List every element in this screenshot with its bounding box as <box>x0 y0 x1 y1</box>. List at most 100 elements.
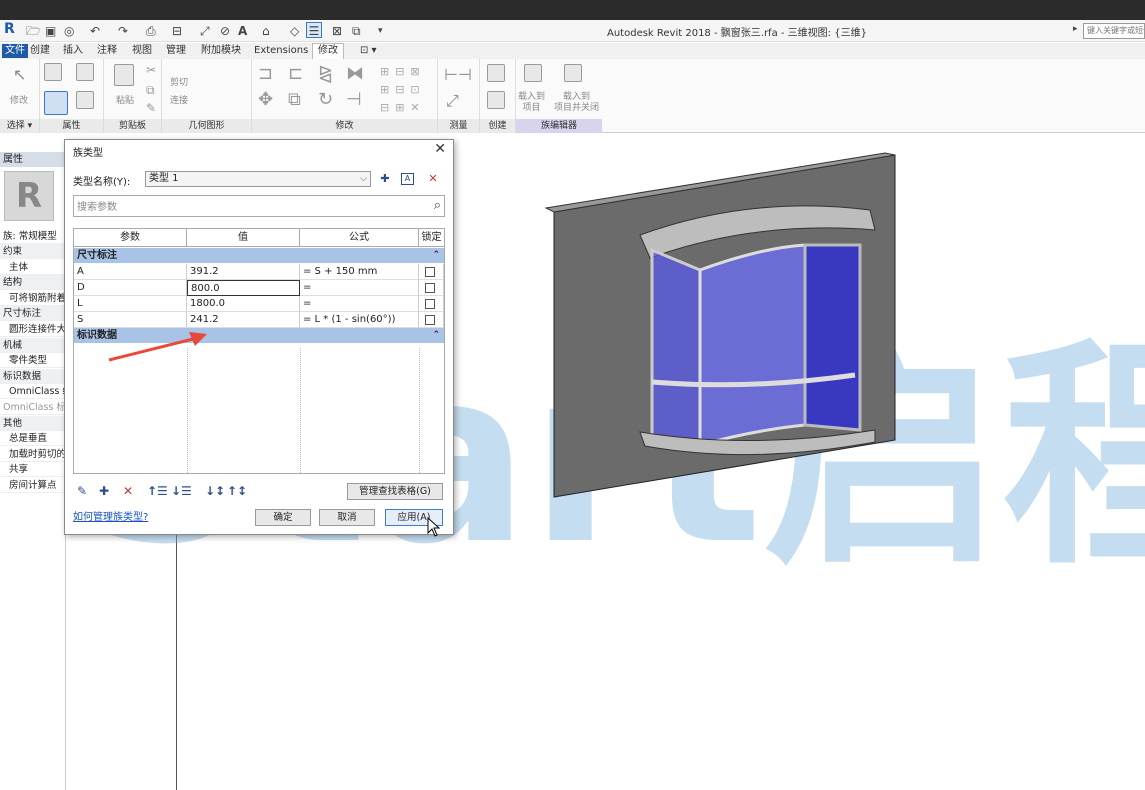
cancel-button[interactable]: 取消 <box>319 509 375 526</box>
type-name-select[interactable]: 类型 1 ⌵ <box>145 171 371 187</box>
move-down-icon[interactable]: ↓☰ <box>171 484 192 498</box>
column-header-formula[interactable]: 公式 <box>300 229 419 247</box>
tab-extensions[interactable]: Extensions <box>254 44 308 58</box>
lock-checkbox[interactable] <box>425 267 435 277</box>
dimension-icon[interactable]: ⤢ <box>200 23 210 39</box>
property-row[interactable]: 房间计算点 <box>0 478 66 493</box>
lock-checkbox[interactable] <box>425 315 435 325</box>
property-row[interactable]: 加载时剪切的 <box>0 447 66 462</box>
undo-icon[interactable]: ↶ <box>90 23 100 39</box>
section-icon[interactable]: ◇ <box>290 23 299 39</box>
properties-toggle-icon[interactable] <box>44 91 68 115</box>
grid-section-header[interactable]: 尺寸标注 ⌃ <box>74 248 444 263</box>
tab-manage[interactable]: 管理 <box>166 44 186 58</box>
delete-icon[interactable]: ⊟⊞✕ <box>380 101 426 114</box>
manage-lookup-tables-button[interactable]: 管理查找表格(G) <box>347 483 443 500</box>
edit-parameter-icon[interactable]: ✎ <box>77 484 87 498</box>
ok-button[interactable]: 确定 <box>255 509 311 526</box>
parameter-value-cell[interactable]: 1800.0 <box>187 296 300 312</box>
split-icon[interactable]: ⊞⊟⊠ <box>380 65 426 78</box>
thin-lines-icon[interactable]: ☰ <box>306 22 322 38</box>
parameter-value-cell[interactable]: 241.2 <box>187 312 300 328</box>
tab-insert[interactable]: 插入 <box>63 44 83 58</box>
property-group-header[interactable]: 约束 <box>0 244 66 259</box>
revit-logo-icon[interactable]: R <box>4 21 15 37</box>
property-row[interactable]: 共享 <box>0 462 66 478</box>
tab-create[interactable]: 创建 <box>30 44 50 58</box>
expand-icon[interactable]: ▸ <box>1073 24 1078 34</box>
customize-qat-icon[interactable]: ▾ <box>378 23 383 39</box>
tab-modify[interactable]: 修改 <box>312 43 344 59</box>
property-row[interactable]: 主体 <box>0 260 66 275</box>
save-icon[interactable]: ▣ <box>45 23 56 39</box>
3d-view-icon[interactable]: ⌂ <box>262 23 270 39</box>
load-into-project-icon[interactable] <box>524 64 542 82</box>
open-icon[interactable]: 🗁 <box>26 23 41 39</box>
property-group-header[interactable]: 结构 <box>0 275 66 291</box>
search-icon[interactable]: ⌕ <box>434 198 441 213</box>
close-icon[interactable]: ✕ <box>434 141 446 157</box>
column-header-value[interactable]: 值 <box>187 229 300 247</box>
family-types-small-icon[interactable] <box>76 63 94 81</box>
tab-view[interactable]: 视图 <box>132 44 152 58</box>
cut-geometry-button[interactable]: 剪切 <box>170 75 188 88</box>
switch-windows-icon[interactable]: ⧉ <box>352 23 361 39</box>
print-icon[interactable]: ⎙ <box>146 23 156 39</box>
create-similar-icon[interactable] <box>487 64 505 82</box>
property-row[interactable]: 零件类型 <box>0 353 66 369</box>
load-and-close-icon[interactable] <box>564 64 582 82</box>
collapse-chevron-icon[interactable]: ⌃ <box>432 248 440 263</box>
move-up-icon[interactable]: ↑☰ <box>147 484 168 498</box>
tab-annotate[interactable]: 注释 <box>97 44 117 58</box>
paste-icon[interactable] <box>114 64 134 86</box>
sort-ascending-icon[interactable]: ↓↕ <box>205 484 225 498</box>
copy-icon[interactable]: ⧉ <box>146 83 155 98</box>
copy-element-icon[interactable]: ⧉ <box>288 89 301 110</box>
align-icon[interactable]: ⊐ <box>258 63 273 84</box>
match-icon[interactable]: ✎ <box>146 101 156 115</box>
family-selector[interactable]: 族: 常规模型 <box>0 229 66 244</box>
load-and-close-button[interactable]: 载入到 项目并关闭 <box>554 92 599 114</box>
modify-arrow-icon[interactable]: ↖ <box>13 65 26 84</box>
text-icon[interactable]: A <box>238 23 247 39</box>
create-group-icon[interactable] <box>487 91 505 109</box>
load-into-project-button[interactable]: 载入到 项目 <box>518 92 545 114</box>
parameter-formula-cell[interactable]: = <box>300 296 419 312</box>
array-icon[interactable]: ⊞⊟⊡ <box>380 83 426 96</box>
tab-addins[interactable]: 附加模块 <box>201 44 241 58</box>
column-header-lock[interactable]: 锁定 <box>419 229 444 247</box>
join-geometry-button[interactable]: 连接 <box>170 93 188 106</box>
property-row[interactable]: 可将钢筋附着 <box>0 291 66 306</box>
rename-type-icon[interactable]: A <box>401 173 414 185</box>
property-group-header[interactable]: 其他 <box>0 415 66 431</box>
new-type-icon[interactable]: ✚ <box>377 171 393 187</box>
search-parameters-input[interactable]: 搜索参数 ⌕ <box>73 195 445 217</box>
delete-parameter-icon[interactable]: ✕ <box>123 484 133 498</box>
mirror-icon[interactable]: ⧎ <box>318 63 333 84</box>
close-hidden-icon[interactable]: ⊠ <box>332 23 342 39</box>
aligned-dimension-icon[interactable]: ⤢ <box>446 91 459 111</box>
delete-type-icon[interactable]: ✕ <box>425 171 441 187</box>
parameter-formula-cell[interactable]: = S + 150 mm <box>300 264 419 280</box>
trim-icon[interactable]: ⊣ <box>346 89 362 110</box>
tab-contextual-toggle[interactable]: ⊡ ▾ <box>360 44 377 58</box>
property-group-header[interactable]: 标识数据 <box>0 368 66 384</box>
parameter-formula-cell[interactable]: = L * (1 - sin(60°)) <box>300 312 419 328</box>
property-row[interactable]: OmniClass 标 <box>0 400 66 415</box>
property-group-header[interactable]: 机械 <box>0 337 66 353</box>
group-select-label[interactable]: 选择 ▾ <box>0 119 39 133</box>
parameter-formula-cell[interactable]: = <box>300 280 419 296</box>
help-link[interactable]: 如何管理族类型? <box>73 508 148 523</box>
help-search-input[interactable]: 键入关键字或短语 <box>1083 23 1145 39</box>
move-icon[interactable]: ✥ <box>258 89 273 110</box>
property-row[interactable]: 总是垂直 <box>0 431 66 447</box>
property-row[interactable]: OmniClass 编 <box>0 384 66 400</box>
redo-icon[interactable]: ↷ <box>118 23 128 39</box>
offset-icon[interactable]: ⊏ <box>288 63 303 84</box>
cut-icon[interactable]: ✂ <box>146 63 156 77</box>
sync-icon[interactable]: ◎ <box>64 23 74 39</box>
tag-icon[interactable]: ⊘ <box>220 23 230 39</box>
measure-distance-icon[interactable]: ⊢⊣ <box>444 65 472 84</box>
column-header-parameter[interactable]: 参数 <box>74 229 187 247</box>
lock-checkbox[interactable] <box>425 283 435 293</box>
